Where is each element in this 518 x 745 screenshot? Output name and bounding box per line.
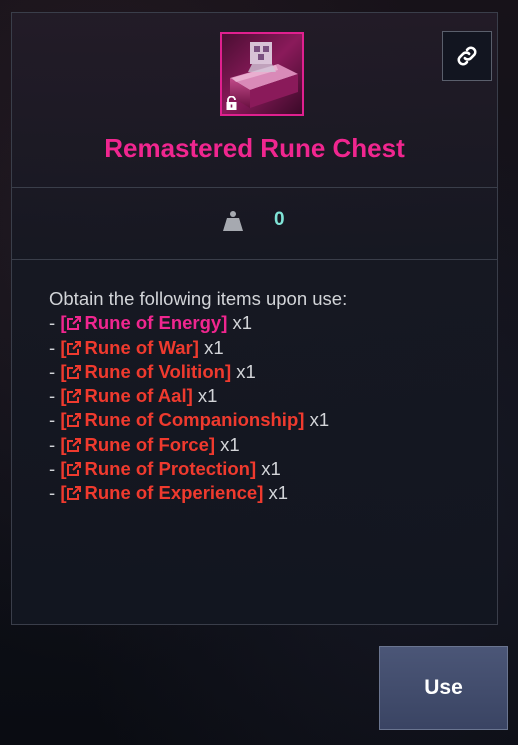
reward-item: - [Rune of War] x1: [49, 336, 469, 360]
reward-bullet: -: [49, 458, 61, 480]
reward-quantity: x1: [268, 482, 289, 504]
external-link-icon: [66, 435, 82, 452]
bracket: ]: [298, 409, 305, 431]
reward-quantity: x1: [204, 336, 224, 358]
reward-link[interactable]: [Rune of Companionship]: [60, 409, 304, 430]
bracket: ]: [249, 458, 257, 480]
divider: [12, 259, 497, 260]
description-intro: Obtain the following items upon use:: [49, 288, 348, 309]
bracket: ]: [221, 312, 228, 334]
item-description: Obtain the following items upon use: - […: [49, 287, 469, 506]
reward-bullet: -: [49, 336, 61, 358]
reward-bullet: -: [49, 482, 61, 504]
reward-item: - [Rune of Force] x1: [49, 433, 469, 457]
weight-value: 0: [274, 209, 285, 230]
reward-item: - [Rune of Aal] x1: [49, 384, 469, 408]
reward-name: Rune of Force: [84, 433, 209, 455]
bracket: ]: [208, 433, 216, 455]
reward-quantity: x1: [309, 409, 330, 431]
external-link-icon: [66, 362, 82, 379]
reward-name: Rune of Companionship: [84, 409, 299, 431]
use-button[interactable]: Use: [379, 646, 508, 730]
reward-link[interactable]: [Rune of Volition]: [60, 361, 231, 382]
reward-bullet: -: [49, 312, 61, 334]
reward-bullet: -: [49, 385, 61, 407]
reward-quantity: x1: [220, 433, 240, 455]
reward-bullet: -: [49, 433, 61, 455]
rune-chest-icon: [220, 32, 304, 116]
weight-icon: [222, 209, 244, 233]
bracket: ]: [224, 360, 232, 382]
reward-name: Rune of War: [84, 336, 193, 358]
reward-link[interactable]: [Rune of Experience]: [60, 482, 263, 503]
reward-item: - [Rune of Volition] x1: [49, 360, 469, 384]
external-link-icon: [66, 483, 82, 501]
bracket: ]: [192, 336, 199, 358]
reward-link[interactable]: [Rune of Energy]: [60, 312, 227, 333]
reward-link[interactable]: [Rune of War]: [60, 337, 199, 358]
bracket: ]: [257, 482, 264, 504]
reward-item: - [Rune of Experience] x1: [49, 481, 469, 505]
lock-icon: [225, 95, 238, 111]
reward-name: Rune of Aal: [84, 385, 187, 407]
weight-row: 0: [12, 187, 497, 259]
external-link-icon: [66, 410, 82, 428]
reward-link[interactable]: [Rune of Aal]: [60, 385, 192, 406]
external-link-icon: [66, 338, 82, 355]
reward-item: - [Rune of Companionship] x1: [49, 408, 469, 432]
external-link-icon: [66, 459, 82, 477]
reward-bullet: -: [49, 360, 61, 382]
link-icon: [454, 43, 480, 69]
reward-name: Rune of Protection: [84, 458, 250, 480]
item-header: Remastered Rune Chest: [12, 13, 497, 187]
external-link-icon: [66, 386, 82, 404]
reward-name: Rune of Energy: [84, 312, 222, 334]
reward-quantity: x1: [236, 360, 256, 382]
copy-link-button[interactable]: [442, 31, 492, 81]
reward-name: Rune of Experience: [84, 482, 258, 504]
reward-quantity: x1: [261, 458, 281, 480]
reward-item: - [Rune of Protection] x1: [49, 457, 469, 481]
reward-quantity: x1: [232, 312, 253, 334]
bracket: ]: [186, 385, 193, 407]
item-tooltip-panel: Remastered Rune Chest 0 Obtain the follo…: [11, 12, 498, 625]
reward-bullet: -: [49, 409, 61, 431]
reward-item: - [Rune of Energy] x1: [49, 311, 469, 335]
reward-quantity: x1: [197, 385, 218, 407]
reward-link[interactable]: [Rune of Force]: [60, 434, 215, 455]
reward-link[interactable]: [Rune of Protection]: [60, 458, 256, 479]
external-link-icon: [66, 313, 82, 331]
reward-name: Rune of Volition: [84, 360, 225, 382]
reward-list: - [Rune of Energy] x1- [Rune of War] x1-…: [49, 311, 469, 505]
item-title: Remastered Rune Chest: [104, 133, 405, 163]
